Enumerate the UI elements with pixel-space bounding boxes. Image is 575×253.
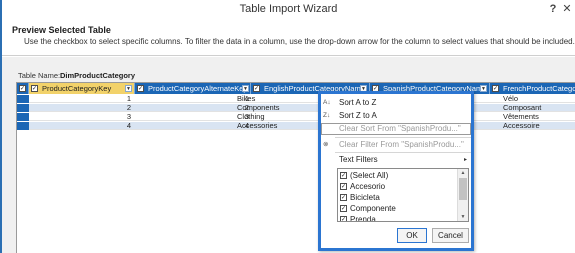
cancel-button[interactable]: Cancel [432,228,469,243]
cell-frenchproductcategoryname: Vêtements [503,113,539,121]
select-all-columns-cell: ✓ [17,83,29,94]
row-header[interactable] [17,122,29,130]
filter-value-accesorio[interactable]: ✓ Accesorio [340,181,455,192]
scroll-thumb[interactable] [459,178,467,200]
cell-frenchproductcategoryname: Vélo [503,95,519,103]
column-checkbox[interactable]: ✓ [31,85,38,92]
page-description: Use the checkbox to select specific colu… [24,37,575,46]
title-bar: Table Import Wizard ? ✕ [2,0,575,20]
column-header-label: ProductCategoryAlternateKey [148,84,248,93]
cell-productcategorykey: 3 [126,113,131,121]
row-header[interactable] [17,95,29,103]
filter-value-checkbox[interactable]: ✓ [340,205,347,212]
dropdown-arrow-icon[interactable]: ▼ [242,85,249,92]
filter-value-prenda[interactable]: ✓ Prenda [340,214,455,221]
ok-button[interactable]: OK [397,228,427,243]
page-title: Preview Selected Table [12,25,111,35]
column-header-productcategoryalternatekey[interactable]: ✓ ProductCategoryAlternateKey ▼ [135,83,251,94]
table-row[interactable]: 2 2 Components Composant [17,104,575,112]
filter-value-checkbox[interactable]: ✓ [340,216,347,221]
filter-values-list[interactable]: ✓ (Select All) ✓ Accesorio ✓ Bicicleta ✓… [337,168,469,222]
list-scrollbar[interactable]: ▲ ▼ [457,169,468,221]
clear-sort-item[interactable]: Clear Sort From "SpanishProdu..." [321,123,471,135]
grid-header-row: ✓ ✓ ProductCategoryKey ▼ ✓ ProductCatego… [17,83,575,94]
scroll-down-icon[interactable]: ▼ [458,213,468,221]
window-title: Table Import Wizard [239,3,338,15]
clear-filter-item[interactable]: ⊗ Clear Filter From "SpanishProdu..." [321,139,471,151]
filter-value-componente[interactable]: ✓ Componente [340,203,455,214]
filter-value-checkbox[interactable]: ✓ [340,172,347,179]
filter-value-checkbox[interactable]: ✓ [340,194,347,201]
close-button[interactable]: ✕ [560,1,574,17]
scroll-up-icon[interactable]: ▲ [458,169,468,177]
filter-value-bicicleta[interactable]: ✓ Bicicleta [340,192,455,203]
clear-filter-icon: ⊗ [323,141,329,148]
select-all-columns-checkbox[interactable]: ✓ [19,85,26,92]
table-name-value: DimProductCategory [60,71,136,80]
filter-value-select-all[interactable]: ✓ (Select All) [340,170,455,181]
sort-descending-icon: Z↓ [323,112,331,119]
column-header-label: ProductCategoryKey [42,84,112,93]
submenu-arrow-icon: ▸ [463,157,467,163]
cell-productcategoryalternatekey: 1 [244,95,249,103]
sort-a-to-z-item[interactable]: A↓ Sort A to Z [321,97,471,109]
column-header-label: FrenchProductCategoryN [503,84,575,93]
column-checkbox[interactable]: ✓ [492,85,499,92]
dropdown-arrow-icon[interactable]: ▼ [480,85,487,92]
table-row[interactable]: 4 4 Accessories Accessoire [17,122,575,130]
preview-grid: ✓ ✓ ProductCategoryKey ▼ ✓ ProductCatego… [16,82,575,253]
cell-productcategorykey: 2 [126,104,131,112]
cell-productcategoryalternatekey: 4 [244,122,249,130]
sort-z-to-a-item[interactable]: Z↓ Sort Z to A [321,110,471,122]
cell-productcategoryalternatekey: 2 [244,104,249,112]
cell-frenchproductcategoryname: Composant [503,104,542,112]
column-checkbox[interactable]: ✓ [137,85,144,92]
text-filters-item[interactable]: Text Filters ▸ [321,154,471,166]
menu-separator [335,152,471,153]
column-filter-popup: A↓ Sort A to Z Z↓ Sort Z to A Clear Sort… [318,91,474,251]
column-header-productcategorykey[interactable]: ✓ ProductCategoryKey ▼ [29,83,135,94]
table-name-label: Table Name: [18,71,61,80]
wizard-header: Preview Selected Table Use the checkbox … [2,20,575,56]
cell-productcategoryalternatekey: 3 [244,113,249,121]
cell-frenchproductcategoryname: Accessoire [503,122,540,130]
table-row[interactable]: 3 3 Clothing Vêtements [17,113,575,121]
cell-productcategorykey: 1 [126,95,131,103]
menu-separator [335,137,471,138]
dropdown-arrow-icon[interactable]: ▼ [125,85,132,92]
column-header-frenchproductcategoryname[interactable]: ✓ FrenchProductCategoryN [490,83,575,94]
filter-value-checkbox[interactable]: ✓ [340,183,347,190]
sort-ascending-icon: A↓ [323,99,331,106]
row-header[interactable] [17,113,29,121]
row-header[interactable] [17,104,29,112]
help-button[interactable]: ? [546,1,560,17]
cell-productcategorykey: 4 [126,122,131,130]
table-row[interactable]: 1 1 Bikes Vélo [17,95,575,103]
column-checkbox[interactable]: ✓ [253,85,260,92]
